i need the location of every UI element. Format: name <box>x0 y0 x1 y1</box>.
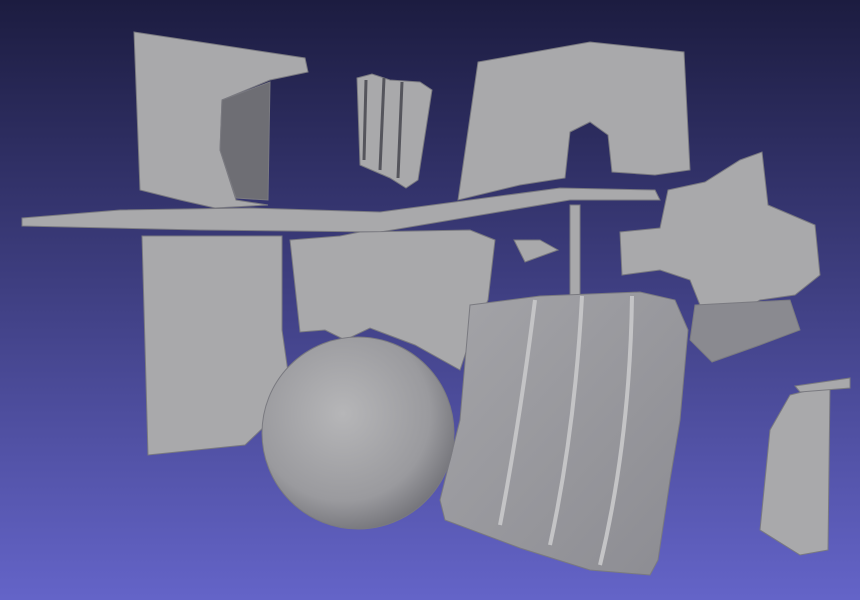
mesh-ball <box>261 336 455 530</box>
mesh-post <box>569 204 581 296</box>
mesh-cushion <box>439 291 689 576</box>
mesh-render[interactable] <box>0 0 860 600</box>
3d-mesh-viewport[interactable] <box>0 0 860 600</box>
